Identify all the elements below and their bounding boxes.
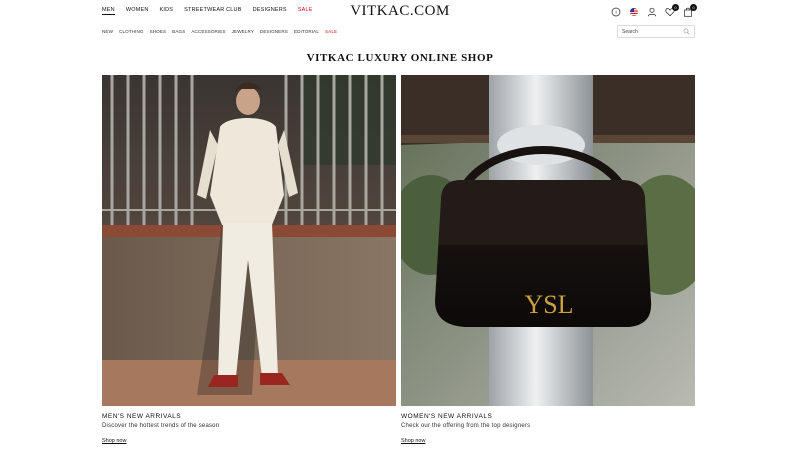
nav-women[interactable]: WOMEN xyxy=(126,7,149,15)
main-category-nav: MEN WOMEN KIDS STREETWEAR CLUB DESIGNERS… xyxy=(102,7,313,15)
subnav-shoes[interactable]: SHOES xyxy=(150,29,167,34)
mens-new-arrivals-banner[interactable] xyxy=(102,75,396,406)
womens-caption-subtitle: Check our the offering from the top desi… xyxy=(401,423,531,429)
header-icons: i 0 0 xyxy=(611,4,697,17)
mens-shop-now-link[interactable]: Shop now xyxy=(102,438,126,444)
bag-monogram: YSL xyxy=(524,290,573,319)
help-circle-icon[interactable]: i xyxy=(611,7,621,17)
subnav-jewelry[interactable]: JEWELRY xyxy=(232,29,254,34)
mens-banner-image xyxy=(102,75,396,406)
womens-shop-now-link[interactable]: Shop now xyxy=(401,438,425,444)
womens-caption-title: WOMEN'S NEW ARRIVALS xyxy=(401,413,493,420)
us-flag-icon[interactable] xyxy=(629,7,639,17)
heart-icon[interactable]: 0 xyxy=(665,4,679,17)
cart-count-badge: 0 xyxy=(690,4,697,11)
subnav-accessories[interactable]: ACCESSORIES xyxy=(191,29,225,34)
nav-kids[interactable]: KIDS xyxy=(160,7,174,15)
mens-caption: MEN'S NEW ARRIVALS Discover the hottest … xyxy=(102,413,396,447)
subnav-clothing[interactable]: CLOTHING xyxy=(119,29,144,34)
subnav-bags[interactable]: BAGS xyxy=(172,29,185,34)
search-input[interactable] xyxy=(622,28,682,35)
subnav-sale[interactable]: SALE xyxy=(325,29,337,34)
shopping-bag-icon[interactable]: 0 xyxy=(683,4,697,17)
nav-streetwear-club[interactable]: STREETWEAR CLUB xyxy=(184,7,241,15)
subnav-new[interactable]: NEW xyxy=(102,29,113,34)
subnav-designers[interactable]: DESIGNERS xyxy=(260,29,288,34)
search-box xyxy=(617,25,695,38)
womens-new-arrivals-banner[interactable]: YSL xyxy=(401,75,695,406)
nav-designers[interactable]: DESIGNERS xyxy=(253,7,287,15)
mens-caption-subtitle: Discover the hottest trends of the seaso… xyxy=(102,423,220,429)
womens-banner-image: YSL xyxy=(401,75,695,406)
wishlist-count-badge: 0 xyxy=(672,4,679,11)
mens-caption-title: MEN'S NEW ARRIVALS xyxy=(102,413,182,420)
womens-caption: WOMEN'S NEW ARRIVALS Check our the offer… xyxy=(401,413,695,447)
nav-sale[interactable]: SALE xyxy=(298,7,313,15)
page-title: VITKAC LUXURY ONLINE SHOP xyxy=(306,52,494,64)
site-logo[interactable]: VITKAC.COM xyxy=(350,3,450,19)
sub-category-nav: NEW CLOTHING SHOES BAGS ACCESSORIES JEWE… xyxy=(102,29,337,34)
svg-text:i: i xyxy=(615,10,616,16)
nav-men[interactable]: MEN xyxy=(102,7,115,15)
search-icon[interactable] xyxy=(683,28,690,35)
subnav-editorial[interactable]: EDITORIAL xyxy=(294,29,319,34)
user-icon[interactable] xyxy=(647,7,657,17)
